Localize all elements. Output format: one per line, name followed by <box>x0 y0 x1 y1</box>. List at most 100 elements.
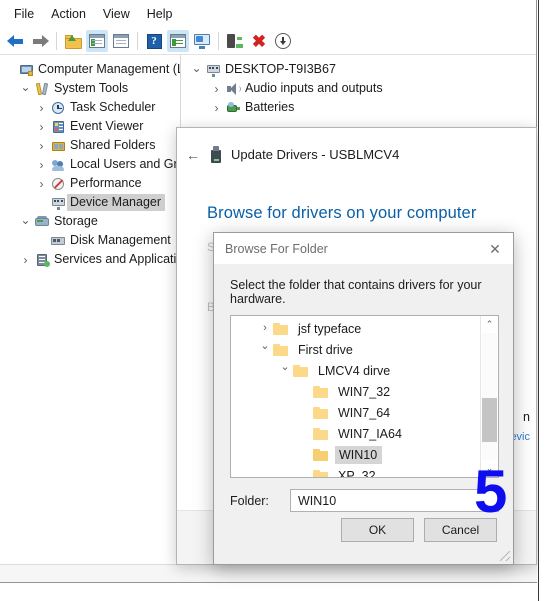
clock-icon <box>49 101 67 115</box>
tree-item-system-tools[interactable]: System Tools <box>0 79 180 98</box>
chevron-down-icon[interactable] <box>277 365 293 376</box>
chevron-down-icon[interactable] <box>257 344 273 355</box>
folder-icon <box>313 385 328 398</box>
folder-item-win7-32[interactable]: WIN7_32 <box>231 381 480 402</box>
chevron-right-icon[interactable] <box>34 159 49 171</box>
up-folder-icon[interactable] <box>62 30 84 52</box>
console-monitor-icon[interactable] <box>191 30 213 52</box>
scroll-up-icon[interactable]: ⌃ <box>481 316 498 333</box>
dialog-instruction: Select the folder that contains drivers … <box>230 278 482 306</box>
speaker-icon <box>224 82 242 96</box>
tree-item-desktop-t9i3b67[interactable]: DESKTOP-T9I3B67 <box>185 60 536 79</box>
folder-item-win10[interactable]: WIN10 <box>231 444 480 465</box>
tree-item-audio-inputs-and-outputs[interactable]: Audio inputs and outputs <box>185 79 536 98</box>
folder-item-xp-32[interactable]: XP_32 <box>231 465 480 477</box>
chevron-right-icon[interactable] <box>34 140 49 152</box>
dialog-title-bar: Browse For Folder ✕ <box>214 233 513 264</box>
device-tree[interactable]: DESKTOP-T9I3B67 Audio inputs and outputs B… <box>181 60 536 117</box>
chevron-right-icon[interactable] <box>257 323 273 334</box>
chevron-right-icon[interactable] <box>34 178 49 190</box>
show-console-tree-icon[interactable] <box>86 30 108 52</box>
close-icon[interactable]: ✕ <box>477 233 513 264</box>
chevron-right-icon[interactable] <box>34 102 49 114</box>
folder-item-first-drive[interactable]: First drive <box>231 339 480 360</box>
chevron-right-icon[interactable] <box>34 121 49 133</box>
tree-item-label: Task Scheduler <box>70 100 156 114</box>
download-icon[interactable] <box>272 30 294 52</box>
users-icon <box>49 158 67 172</box>
tree-item-task-scheduler[interactable]: Task Scheduler <box>0 98 180 117</box>
screen-right-edge <box>538 0 549 601</box>
folder-item-win7-64[interactable]: WIN7_64 <box>231 402 480 423</box>
tree-item-computer-management-local[interactable]: Computer Management (Local) <box>0 60 180 79</box>
folder-tree-list[interactable]: jsf typeface First drive LMCV4 dirve WIN7_3… <box>231 316 480 477</box>
scan-hardware-icon[interactable] <box>224 30 246 52</box>
menu-item-action[interactable]: Action <box>45 4 97 25</box>
uninstall-device-icon[interactable]: ✖ <box>248 30 270 52</box>
folder-icon <box>313 448 328 461</box>
event-viewer-icon <box>49 120 67 134</box>
menu-item-file[interactable]: File <box>8 4 45 25</box>
step-number-annotation: 5 <box>474 458 507 525</box>
tree-item-label: Local Users and Groups <box>70 157 180 171</box>
folder-item-label: WIN7_IA64 <box>338 426 402 441</box>
folder-field-row: Folder: WIN10 <box>230 489 499 512</box>
battery-icon <box>224 101 242 115</box>
back-arrow-icon[interactable]: ← <box>185 147 201 163</box>
folder-icon <box>273 322 288 335</box>
folder-item-label: WIN7_64 <box>338 405 391 420</box>
chevron-down-icon[interactable] <box>18 83 33 95</box>
tree-item-batteries[interactable]: Batteries <box>185 98 536 117</box>
chevron-right-icon[interactable] <box>209 102 224 114</box>
folder-item-jsf-typeface[interactable]: jsf typeface <box>231 318 480 339</box>
dialog-title: Browse For Folder <box>225 241 328 256</box>
wizard-header: ← Update Drivers - USBLMCV4 <box>177 146 399 163</box>
tree-item-label: System Tools <box>54 81 129 95</box>
tree-item-label: Shared Folders <box>70 138 156 152</box>
properties-icon[interactable] <box>110 30 132 52</box>
folder-item-lmcv4-dirve[interactable]: LMCV4 dirve <box>231 360 480 381</box>
folder-input[interactable]: WIN10 <box>290 489 499 512</box>
help-icon[interactable]: ? <box>143 30 165 52</box>
folder-item-win7-ia64[interactable]: WIN7_IA64 <box>231 423 480 444</box>
performance-icon <box>49 177 67 191</box>
show-action-pane-icon[interactable] <box>167 30 189 52</box>
storage-icon <box>33 215 51 229</box>
console-tree-pane[interactable]: Computer Management (Local) System Tools T… <box>0 55 181 582</box>
folder-item-label: XP_32 <box>338 468 376 478</box>
folder-field-label: Folder: <box>230 493 269 508</box>
usb-device-icon <box>211 146 221 163</box>
shared-folders-icon <box>49 139 67 153</box>
ok-button[interactable]: OK <box>341 518 414 542</box>
wizard-heading: Browse for drivers on your computer <box>207 204 477 222</box>
folder-tree-scrollbar[interactable]: ⌃ ⌄ <box>480 316 498 477</box>
tree-item-performance[interactable]: Performance <box>0 174 180 193</box>
folder-icon <box>313 469 328 477</box>
folder-tree-box[interactable]: jsf typeface First drive LMCV4 dirve WIN7_3… <box>230 315 499 478</box>
tree-item-local-users-and-groups[interactable]: Local Users and Groups <box>0 155 180 174</box>
chevron-right-icon[interactable] <box>18 254 33 266</box>
browse-for-folder-dialog: Browse For Folder ✕ Select the folder th… <box>213 232 514 565</box>
disk-icon <box>49 234 67 248</box>
tree-item-storage[interactable]: Storage <box>0 212 180 231</box>
toolbar-separator <box>56 32 57 50</box>
chevron-right-icon[interactable] <box>209 83 224 95</box>
back-icon[interactable] <box>5 30 27 52</box>
tree-item-device-manager[interactable]: Device Manager <box>0 193 180 212</box>
tree-item-shared-folders[interactable]: Shared Folders <box>0 136 180 155</box>
folder-item-label: WIN7_32 <box>338 384 391 399</box>
chevron-down-icon[interactable] <box>18 216 33 228</box>
resize-grip[interactable] <box>500 551 510 561</box>
folder-item-label: LMCV4 dirve <box>318 363 391 378</box>
tree-item-disk-management[interactable]: Disk Management <box>0 231 180 250</box>
scrollbar-thumb[interactable] <box>482 398 497 442</box>
forward-icon[interactable] <box>29 30 51 52</box>
chevron-down-icon[interactable] <box>189 64 204 76</box>
tree-item-services-and-applications[interactable]: Services and Applications <box>0 250 180 269</box>
toolbar: ? ✖ <box>0 28 536 55</box>
tree-item-label: Disk Management <box>70 233 171 247</box>
menu-item-help[interactable]: Help <box>141 4 184 25</box>
tree-item-event-viewer[interactable]: Event Viewer <box>0 117 180 136</box>
menu-item-view[interactable]: View <box>97 4 141 25</box>
menu-bar: File Action View Help <box>0 0 536 28</box>
